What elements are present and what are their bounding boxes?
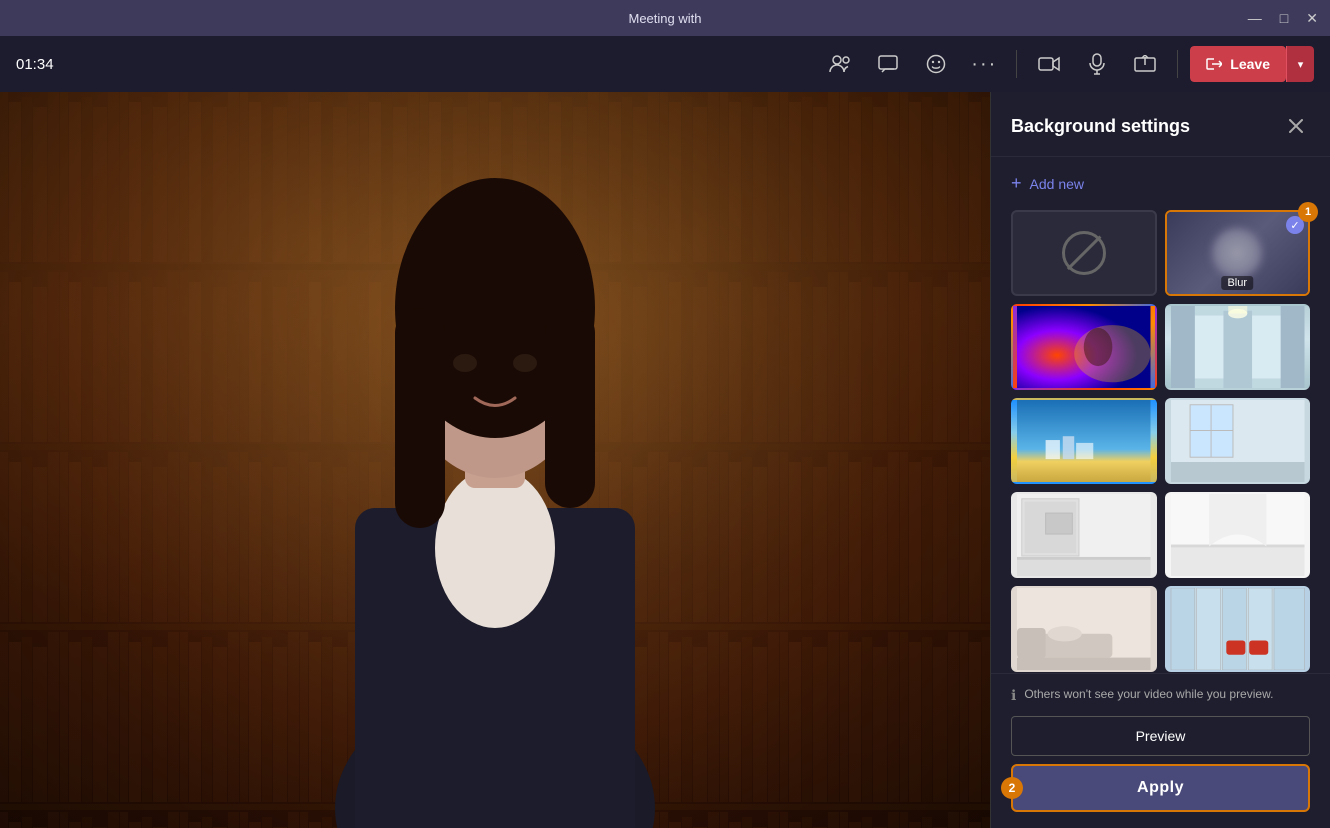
modern-workspace-img: [1013, 588, 1155, 670]
panel-title: Background settings: [1011, 116, 1190, 137]
microphone-button[interactable]: [1077, 46, 1117, 82]
apply-button[interactable]: Apply: [1011, 764, 1310, 812]
leave-button[interactable]: Leave: [1190, 46, 1286, 82]
modern-room-img: [1167, 400, 1309, 482]
plus-icon: +: [1011, 173, 1022, 194]
bg-office-corridor-option[interactable]: [1165, 304, 1311, 390]
leave-dropdown-button[interactable]: ▾: [1286, 46, 1314, 82]
leave-divider: [1177, 50, 1178, 78]
leave-call-wrapper: Leave ▾: [1190, 46, 1314, 82]
top-bar-icons: ···: [820, 46, 1314, 82]
preview-button[interactable]: Preview: [1011, 716, 1310, 756]
bg-glass-office-option[interactable]: [1165, 586, 1311, 672]
close-panel-button[interactable]: [1282, 112, 1310, 140]
more-options-button[interactable]: ···: [964, 46, 1004, 82]
apply-badge: 2: [1001, 777, 1023, 799]
video-area: [0, 92, 990, 828]
camera-button[interactable]: [1029, 46, 1069, 82]
participants-button[interactable]: [820, 46, 860, 82]
bg-blur-wrapper: 1 ✓ Blur: [1165, 210, 1311, 296]
info-row: ℹ Others won't see your video while you …: [1011, 686, 1310, 704]
close-window-button[interactable]: ✕: [1306, 10, 1318, 27]
glass-office-img: [1167, 588, 1309, 670]
reactions-button[interactable]: [916, 46, 956, 82]
share-screen-button[interactable]: [1125, 46, 1165, 82]
none-icon: [1062, 231, 1106, 275]
main-content: Background settings + Add new: [0, 92, 1330, 828]
white-room1-img: [1013, 494, 1155, 576]
bg-beach-option[interactable]: [1011, 398, 1157, 484]
toolbar-divider: [1016, 50, 1017, 78]
bg-none-option[interactable]: [1011, 210, 1157, 296]
blur-circle-icon: [1212, 228, 1262, 278]
person-in-video: [255, 128, 735, 828]
add-new-background-button[interactable]: + Add new: [1011, 173, 1310, 194]
background-grid: 1 ✓ Blur: [1011, 210, 1310, 673]
panel-body: + Add new 1 ✓ Blur: [991, 157, 1330, 673]
call-timer: 01:34: [16, 56, 54, 73]
blur-label: Blur: [1221, 276, 1253, 290]
maximize-button[interactable]: □: [1280, 10, 1288, 26]
office-corridor-img: [1167, 306, 1309, 388]
bg-white-room2-option[interactable]: [1165, 492, 1311, 578]
window-controls: — □ ✕: [1248, 10, 1318, 27]
video-scene: [0, 92, 990, 828]
window-title: Meeting with: [629, 11, 702, 26]
apply-wrapper: 2 Apply: [1011, 764, 1310, 812]
add-new-label: Add new: [1030, 176, 1084, 192]
white-room2-img: [1167, 494, 1309, 576]
bg-modern-room-option[interactable]: [1165, 398, 1311, 484]
bg-white-room1-option[interactable]: [1011, 492, 1157, 578]
colorful-bg-img: [1013, 306, 1155, 388]
bg-modern-workspace-option[interactable]: [1011, 586, 1157, 672]
beach-bg-img: [1013, 400, 1155, 482]
panel-header: Background settings: [991, 92, 1330, 157]
minimize-button[interactable]: —: [1248, 10, 1262, 26]
bg-blur-option[interactable]: ✓ Blur: [1165, 210, 1311, 296]
top-bar: 01:34 ···: [0, 36, 1330, 92]
blur-badge: 1: [1298, 202, 1318, 222]
panel-footer: ℹ Others won't see your video while you …: [991, 673, 1330, 828]
bg-colorful-option[interactable]: [1011, 304, 1157, 390]
background-settings-panel: Background settings + Add new: [990, 92, 1330, 828]
info-icon: ℹ: [1011, 687, 1016, 704]
chat-button[interactable]: [868, 46, 908, 82]
info-text: Others won't see your video while you pr…: [1024, 686, 1273, 703]
title-bar: Meeting with — □ ✕: [0, 0, 1330, 36]
